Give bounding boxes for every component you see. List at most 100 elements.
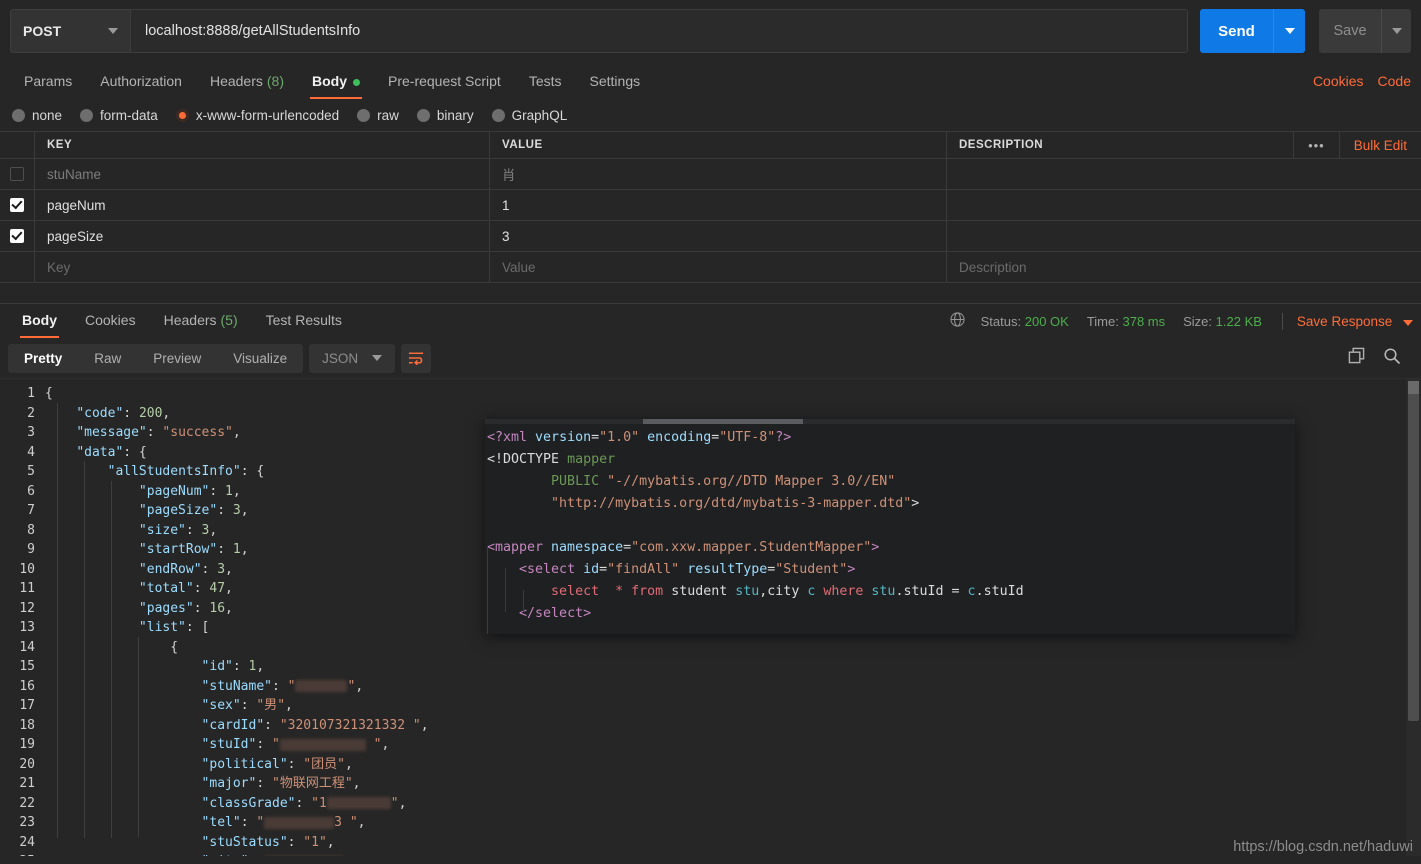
row-checkbox[interactable] [10, 198, 24, 212]
placeholder-value-text: Value [502, 259, 536, 275]
row-key-cell[interactable]: pageSize [35, 221, 490, 251]
header-key-label: KEY [47, 139, 73, 151]
placeholder-key-cell[interactable]: Key [35, 252, 490, 282]
placeholder-value-cell[interactable]: Value [490, 252, 947, 282]
row-value-cell[interactable]: 肖 [490, 159, 947, 189]
view-raw-button[interactable]: Raw [78, 344, 137, 373]
cookies-link[interactable]: Cookies [1313, 73, 1364, 89]
time-value: 378 ms [1122, 313, 1166, 329]
chevron-down-icon [1391, 28, 1402, 34]
row-checkbox-cell [0, 190, 35, 220]
tab-params[interactable]: Params [10, 73, 86, 99]
xml-line [487, 515, 1295, 537]
tab-authorization[interactable]: Authorization [86, 73, 196, 99]
time-label-text: Time: [1086, 313, 1119, 329]
body-type-graphql[interactable]: GraphQL [491, 108, 567, 123]
view-preview-button[interactable]: Preview [137, 344, 217, 373]
response-tab-cookies[interactable]: Cookies [71, 312, 150, 338]
header-description-cell: DESCRIPTION ••• Bulk Edit [947, 132, 1421, 158]
tab-pre-request-script[interactable]: Pre-request Script [374, 73, 515, 99]
radio-icon [357, 108, 371, 122]
response-tabs: Body Cookies Headers (5) Test Results Sta… [0, 304, 1421, 338]
tab-tests[interactable]: Tests [515, 73, 576, 99]
response-tab-test-results[interactable]: Test Results [252, 312, 356, 338]
redacted-value-classGrade [326, 797, 391, 809]
save-response-button[interactable]: Save Response [1297, 314, 1413, 329]
line-number: 4 [27, 444, 35, 460]
tab-headers[interactable]: Headers (8) [196, 73, 298, 99]
row-value-value: 1 [502, 197, 510, 213]
code-link[interactable]: Code [1378, 73, 1411, 89]
row-key-cell[interactable]: stuName [35, 159, 490, 189]
http-method-label: POST [23, 23, 62, 39]
search-icon[interactable] [1383, 347, 1401, 370]
row-checkbox-cell [0, 221, 35, 251]
indent-guide [111, 481, 112, 838]
xml-indent-guide [505, 568, 506, 612]
tab-settings[interactable]: Settings [576, 73, 655, 99]
row-value-cell[interactable]: 1 [490, 190, 947, 220]
chevron-down-icon [1403, 319, 1413, 326]
chevron-down-icon [1284, 28, 1295, 34]
table-placeholder-row[interactable]: Key Value Description [0, 252, 1421, 283]
row-key-value: pageNum [47, 197, 106, 213]
xml-line: PUBLIC "-//mybatis.org//DTD Mapper 3.0//… [551, 474, 896, 489]
table-row[interactable]: pageNum 1 [0, 190, 1421, 221]
xml-code-overlay[interactable]: <?xml version="1.0" encoding="UTF-8"?> <… [485, 419, 1295, 634]
row-checkbox[interactable] [10, 167, 24, 181]
response-body-scrollbar[interactable] [1406, 379, 1421, 856]
code-line: "tel": " 3 ", [201, 815, 366, 830]
response-tab-body[interactable]: Body [8, 312, 71, 338]
radio-icon [416, 108, 430, 122]
radio-label: none [32, 107, 63, 123]
row-key-value: pageSize [47, 228, 104, 244]
view-visualize-button[interactable]: Visualize [217, 344, 303, 373]
send-options-button[interactable] [1273, 9, 1305, 53]
tab-body[interactable]: Body [298, 73, 374, 99]
row-description-cell[interactable] [947, 221, 1421, 251]
url-input[interactable] [130, 9, 1188, 53]
tab-badge-count: (8) [266, 73, 284, 89]
json-value-total: 47 [209, 581, 226, 596]
line-number: 14 [19, 639, 35, 655]
wrap-lines-button[interactable] [401, 343, 432, 373]
body-type-raw[interactable]: raw [357, 108, 399, 123]
table-row[interactable]: pageSize 3 [0, 221, 1421, 252]
row-description-cell[interactable] [947, 190, 1421, 220]
http-method-select[interactable]: POST [10, 9, 130, 53]
scrollbar-top-marker [1408, 381, 1419, 394]
placeholder-description-cell[interactable]: Description [947, 252, 1421, 282]
save-button[interactable]: Save [1319, 9, 1381, 53]
body-type-none[interactable]: none [12, 108, 62, 123]
request-tabs-actions: Cookies Code [1313, 73, 1411, 99]
response-tab-headers[interactable]: Headers (5) [150, 312, 252, 338]
xml-line: <!DOCTYPE mapper [487, 452, 616, 467]
xml-scrollbar-thumb[interactable] [643, 419, 803, 424]
row-value-cell[interactable]: 3 [490, 221, 947, 251]
row-checkbox[interactable] [10, 229, 24, 243]
redacted-value-stuName [295, 680, 348, 692]
send-button[interactable]: Send [1200, 9, 1273, 53]
body-type-form-data[interactable]: form-data [80, 108, 158, 123]
chevron-down-icon [372, 355, 383, 361]
scrollbar-thumb[interactable] [1408, 381, 1419, 721]
radio-label: binary [436, 107, 474, 123]
xml-line: select * from student stu,city c where s… [551, 584, 1024, 599]
body-type-urlencoded[interactable]: x-www-form-urlencoded [175, 108, 339, 123]
language-select[interactable]: JSON [309, 343, 396, 373]
row-description-cell[interactable] [947, 159, 1421, 189]
more-options-icon[interactable]: ••• [1293, 132, 1339, 158]
line-number: 12 [19, 600, 35, 616]
copy-icon[interactable] [1348, 347, 1365, 369]
tab-label: Body [22, 312, 57, 328]
table-row[interactable]: stuName 肖 [0, 159, 1421, 190]
view-pretty-button[interactable]: Pretty [8, 344, 78, 373]
row-key-cell[interactable]: pageNum [35, 190, 490, 220]
table-bottom-spacer [0, 283, 1421, 304]
code-line: "stuId": " ", [201, 737, 390, 752]
save-options-button[interactable] [1381, 9, 1411, 53]
body-type-binary[interactable]: binary [416, 107, 474, 123]
bulk-edit-button[interactable]: Bulk Edit [1338, 132, 1421, 158]
xml-horizontal-scrollbar[interactable] [485, 419, 1295, 424]
line-number: 7 [27, 503, 35, 518]
